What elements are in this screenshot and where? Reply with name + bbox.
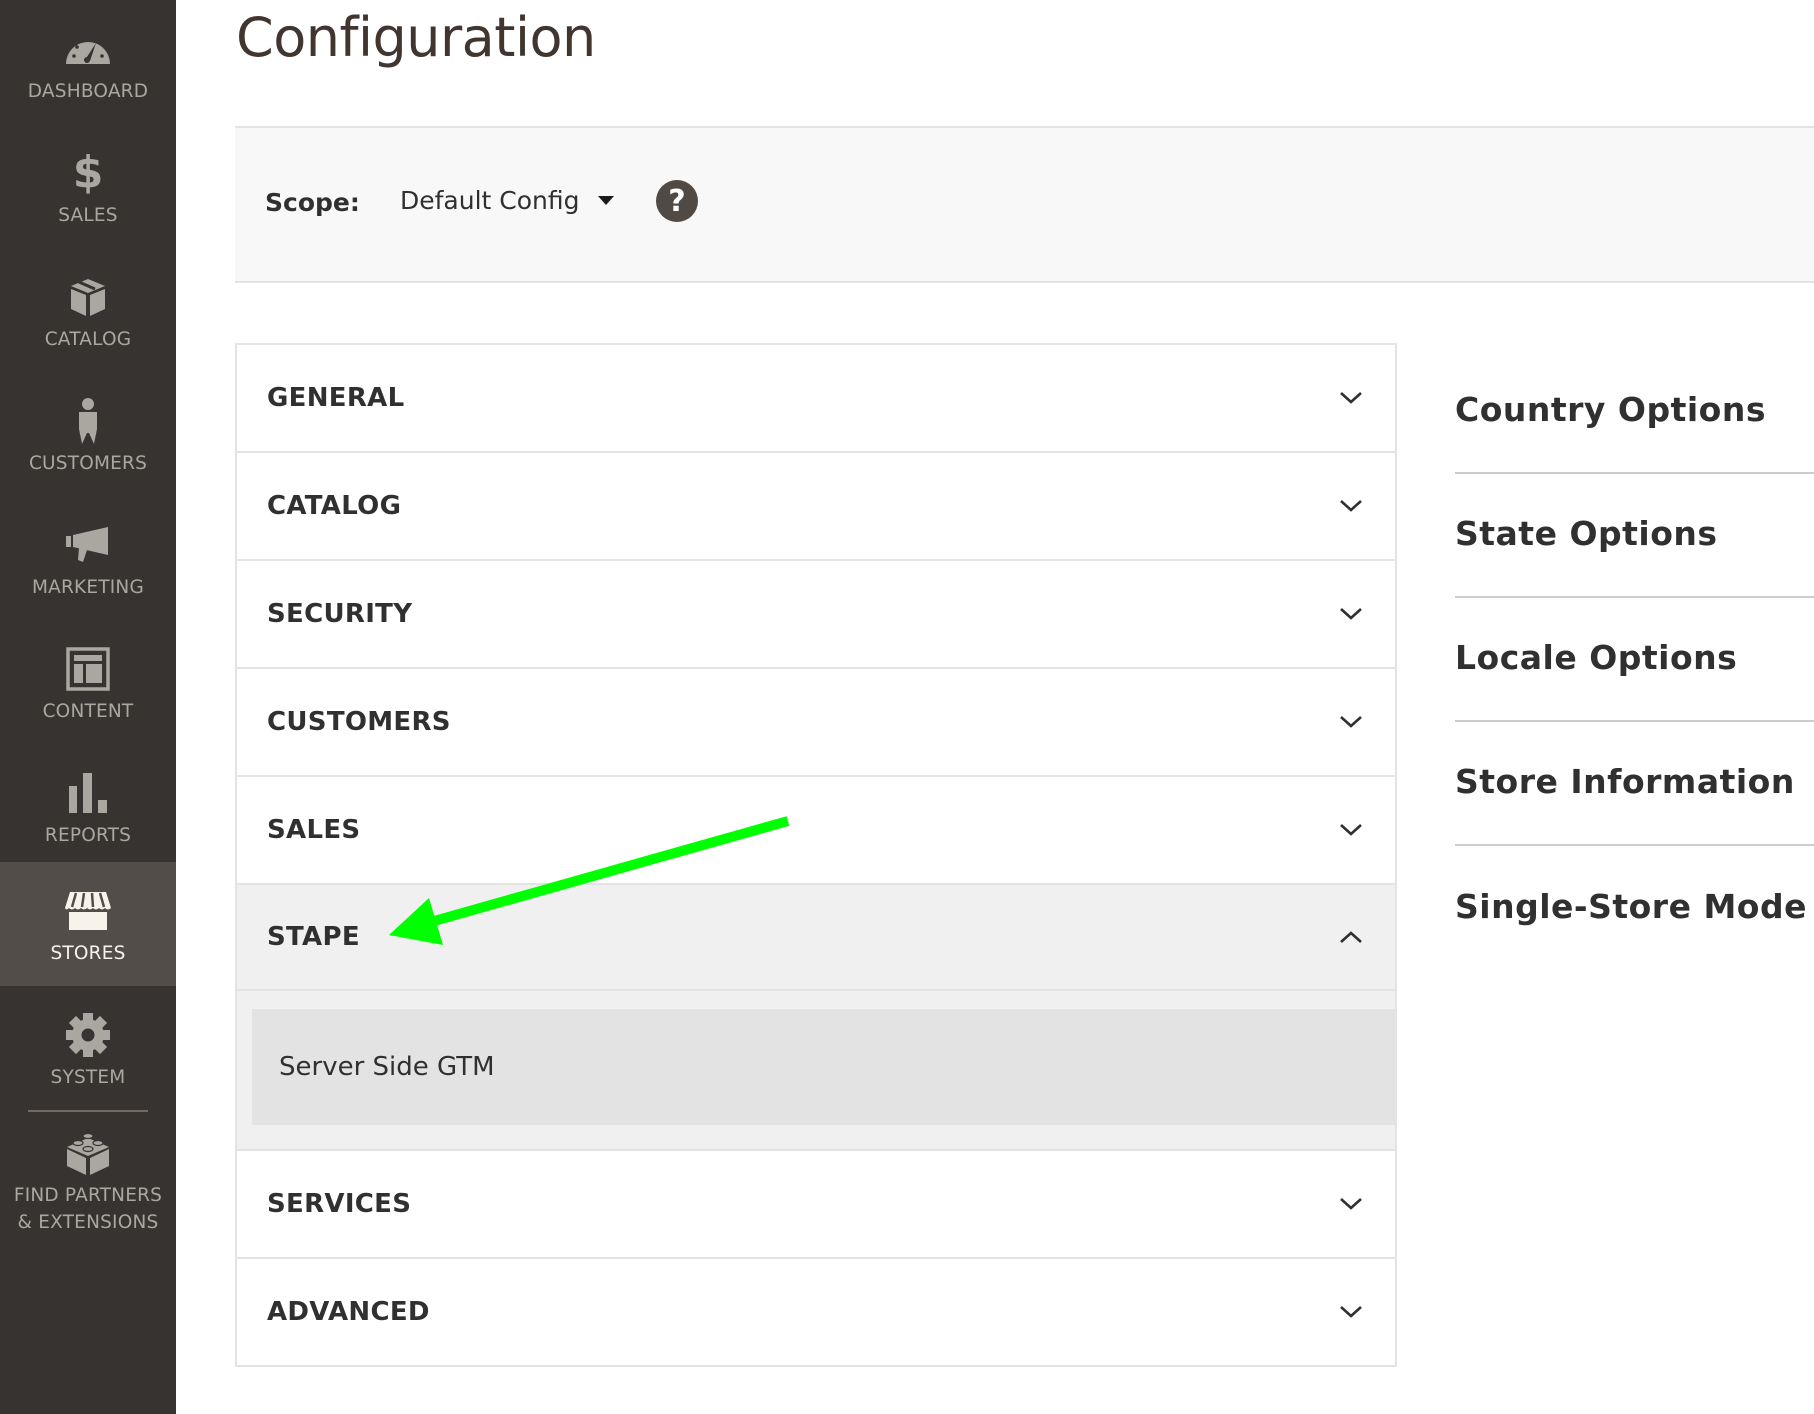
scope-label: Scope: bbox=[265, 188, 360, 217]
config-section-stape: STAPE Server Side GTM bbox=[237, 885, 1395, 1151]
page-title: Configuration bbox=[236, 6, 596, 69]
chevron-down-icon bbox=[1337, 1298, 1365, 1326]
storefront-icon bbox=[63, 886, 113, 936]
section-title: SECURITY bbox=[267, 599, 413, 629]
section-body: Server Side GTM bbox=[237, 991, 1395, 1149]
sidebar-item-find-partners-extensions[interactable]: FIND PARTNERS & EXTENSIONS bbox=[0, 1110, 176, 1270]
chevron-down-icon bbox=[1337, 492, 1365, 520]
sidebar-item-label-line2: & EXTENSIONS bbox=[17, 1212, 159, 1233]
admin-sidebar: DASHBOARD $ SALES CATALOG CUSTOMERS MARK… bbox=[0, 0, 176, 1414]
dollar-icon: $ bbox=[72, 147, 104, 198]
section-header[interactable]: CATALOG bbox=[237, 453, 1395, 559]
sidebar-item-sales[interactable]: $ SALES bbox=[0, 124, 176, 248]
sidebar-item-label: STORES bbox=[50, 943, 126, 964]
sidebar-item-label: CUSTOMERS bbox=[28, 453, 148, 474]
group-state-options[interactable]: State Options bbox=[1455, 474, 1814, 598]
chevron-down-icon bbox=[1337, 1190, 1365, 1218]
section-header[interactable]: SECURITY bbox=[237, 561, 1395, 667]
section-header[interactable]: SERVICES bbox=[237, 1151, 1395, 1257]
box-icon bbox=[63, 272, 113, 322]
sidebar-item-label: DASHBOARD bbox=[27, 81, 149, 102]
chevron-down-icon bbox=[1337, 708, 1365, 736]
sidebar-item-marketing[interactable]: MARKETING bbox=[0, 496, 176, 620]
scope-selected-value: Default Config bbox=[400, 186, 580, 215]
section-title: ADVANCED bbox=[267, 1297, 430, 1327]
config-section-advanced: ADVANCED bbox=[237, 1259, 1395, 1365]
config-groups-list: Country Options State Options Locale Opt… bbox=[1455, 350, 1814, 970]
caret-down-icon bbox=[597, 196, 614, 205]
section-header[interactable]: ADVANCED bbox=[237, 1259, 1395, 1365]
sidebar-item-system[interactable]: SYSTEM bbox=[0, 986, 176, 1110]
config-section-general: GENERAL bbox=[237, 345, 1395, 453]
section-title: CUSTOMERS bbox=[267, 707, 451, 737]
sidebar-item-label: SYSTEM bbox=[50, 1067, 126, 1088]
sidebar-item-label: CATALOG bbox=[44, 329, 132, 350]
help-question-icon[interactable]: ? bbox=[656, 180, 698, 222]
group-store-information[interactable]: Store Information bbox=[1455, 722, 1814, 846]
section-title: GENERAL bbox=[267, 383, 405, 413]
sidebar-item-reports[interactable]: REPORTS bbox=[0, 744, 176, 868]
group-country-options[interactable]: Country Options bbox=[1455, 350, 1814, 474]
config-section-sales: SALES bbox=[237, 777, 1395, 885]
chevron-down-icon bbox=[1337, 384, 1365, 412]
chevron-down-icon bbox=[1337, 600, 1365, 628]
gear-icon bbox=[63, 1010, 113, 1060]
config-section-customers: CUSTOMERS bbox=[237, 669, 1395, 777]
config-section-services: SERVICES bbox=[237, 1151, 1395, 1259]
group-locale-options[interactable]: Locale Options bbox=[1455, 598, 1814, 722]
sidebar-item-label: SALES bbox=[58, 205, 118, 226]
section-header[interactable]: STAPE bbox=[237, 885, 1395, 991]
sidebar-item-label: CONTENT bbox=[42, 701, 134, 722]
sidebar-item-content[interactable]: CONTENT bbox=[0, 620, 176, 744]
chevron-up-icon bbox=[1337, 923, 1365, 951]
dashboard-gauge-icon bbox=[63, 24, 113, 74]
section-header[interactable]: CUSTOMERS bbox=[237, 669, 1395, 775]
sidebar-item-label: REPORTS bbox=[44, 825, 132, 846]
sidebar-item-stores[interactable]: STORES bbox=[0, 862, 176, 986]
section-header[interactable]: SALES bbox=[237, 777, 1395, 883]
group-single-store-mode[interactable]: Single-Store Mode bbox=[1455, 846, 1814, 970]
section-title: CATALOG bbox=[267, 491, 402, 521]
lego-brick-icon bbox=[63, 1128, 113, 1178]
section-header[interactable]: GENERAL bbox=[237, 345, 1395, 451]
section-title: SALES bbox=[267, 815, 361, 845]
section-link-server-side-gtm[interactable]: Server Side GTM bbox=[252, 1009, 1395, 1125]
sidebar-item-label-line1: FIND PARTNERS bbox=[13, 1185, 163, 1206]
section-title: STAPE bbox=[267, 922, 360, 952]
config-sections-accordion: GENERAL CATALOG SECURITY CUSTOMERS SALES… bbox=[235, 343, 1397, 1367]
scope-switcher-bar: Scope: Default Config ? bbox=[235, 126, 1814, 283]
config-section-catalog: CATALOG bbox=[237, 453, 1395, 561]
section-title: SERVICES bbox=[267, 1189, 412, 1219]
sidebar-item-customers[interactable]: CUSTOMERS bbox=[0, 372, 176, 496]
sidebar-item-dashboard[interactable]: DASHBOARD bbox=[0, 0, 176, 124]
megaphone-icon bbox=[63, 520, 113, 570]
layout-icon bbox=[63, 644, 113, 694]
person-icon bbox=[63, 396, 113, 446]
bar-chart-icon bbox=[63, 768, 113, 818]
sidebar-item-label: MARKETING bbox=[31, 577, 145, 598]
sidebar-item-catalog[interactable]: CATALOG bbox=[0, 248, 176, 372]
scope-dropdown[interactable]: Default Config bbox=[400, 186, 614, 215]
chevron-down-icon bbox=[1337, 816, 1365, 844]
config-section-security: SECURITY bbox=[237, 561, 1395, 669]
